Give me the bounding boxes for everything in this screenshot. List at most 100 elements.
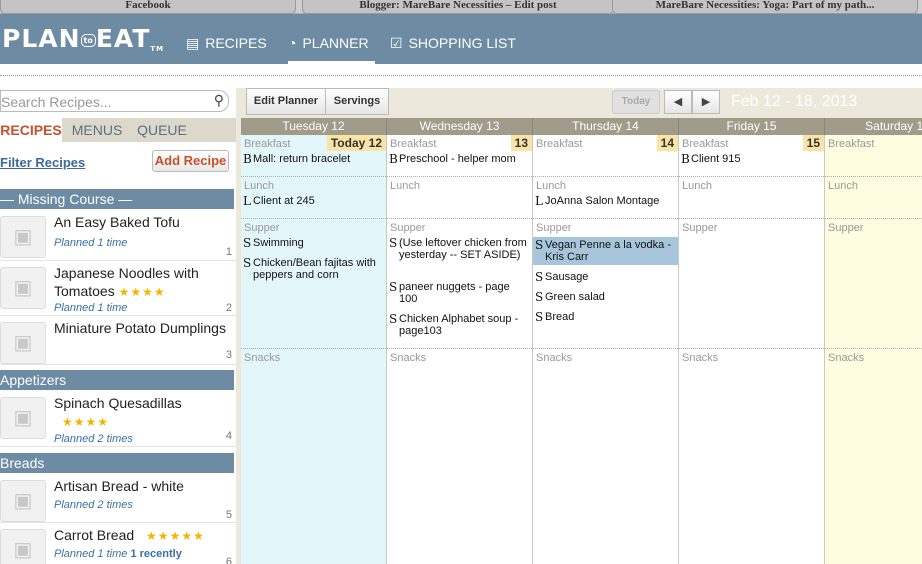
planner-item-text: Preschool - helper mom — [399, 153, 516, 165]
planner-item-text: Swimming — [253, 237, 304, 249]
planner-item[interactable]: S Chicken/Bean fajitas with peppers and c… — [243, 257, 381, 281]
planner-item[interactable]: S Vegan Penne a la vodka - Kris Carr — [533, 237, 678, 265]
servings-button[interactable]: Servings — [325, 88, 389, 115]
recipe-name[interactable]: Spinach Quesadillas ★★★★ — [54, 394, 232, 431]
nav-recipes[interactable]: ▤ RECIPES — [186, 28, 267, 64]
slot-label: Breakfast — [682, 138, 729, 150]
slot-label: Lunch — [390, 180, 420, 192]
next-week-button[interactable]: ▶ — [692, 90, 720, 114]
day-column[interactable]: 13 Breakfast B Preschool - helper mom Lunch S… — [387, 135, 533, 564]
date-range: Feb 12 - 18, 2013 — [731, 93, 858, 110]
meal-marker: S — [535, 238, 544, 252]
meal-slot-supper[interactable]: Supper — [679, 219, 824, 349]
recipe-thumbnail: ▣ — [0, 397, 46, 439]
recipe-name[interactable]: Carrot Bread ★★★★★ — [54, 526, 232, 545]
arrow-right-icon: ▶ — [701, 96, 711, 108]
meal-slot-lunch[interactable]: Lunch — [825, 177, 922, 219]
slot-label: Lunch — [536, 180, 566, 192]
planner-item[interactable]: B Mall: return bracelet — [243, 153, 381, 165]
planner-main: Edit Planner Servings Today ◀ ▶ Feb 12 -… — [236, 88, 922, 564]
day-column[interactable]: 14 Breakfast Lunch L JoAnna Salon Montage Sup… — [533, 135, 679, 564]
browser-tab-blogger[interactable]: Blogger: MareBare Necessities – Edit pos… — [302, 0, 614, 14]
tab-queue[interactable]: QUEUE — [132, 118, 192, 142]
course-header-breads[interactable]: Breads — [0, 453, 234, 473]
recipe-name[interactable]: An Easy Baked Tofu — [54, 213, 232, 231]
planner-item[interactable]: B Preschool - helper mom — [389, 153, 527, 165]
slot-label: Lunch — [828, 180, 858, 192]
search-icon[interactable]: ⚲ — [214, 92, 224, 109]
planner-item[interactable]: L JoAnna Salon Montage — [535, 195, 673, 207]
meal-marker: B — [243, 152, 252, 166]
meal-slot-lunch[interactable]: Lunch L Client at 245 — [241, 177, 386, 219]
recipe-count: 6 — [225, 556, 232, 564]
meal-slot-supper[interactable]: Supper S Swimming S Chicken/Bean fajitas wit… — [241, 219, 386, 349]
meal-slot-supper[interactable]: Supper — [825, 219, 922, 349]
planner-item[interactable]: S Green salad — [535, 291, 673, 303]
day-column[interactable]: 15 Breakfast B Client 915 Lunch Supper Snacks — [679, 135, 825, 564]
day-column[interactable]: Breakfast Lunch Supper Snacks — [825, 135, 922, 564]
planner-item-text: Sausage — [545, 271, 589, 283]
meal-slot-breakfast[interactable]: Breakfast B Mall: return bracelet — [241, 135, 386, 177]
day-column[interactable]: Today 12 Breakfast B Mall: return bracelet L… — [241, 135, 387, 564]
tab-menus[interactable]: MENUS — [66, 118, 128, 142]
slot-label: Breakfast — [828, 138, 875, 150]
browser-tab-facebook[interactable]: Facebook — [0, 0, 296, 14]
recipe-item[interactable]: ▣ An Easy Baked Tofu Planned 1 time 1 — [0, 211, 236, 261]
today-button[interactable]: Today — [612, 90, 660, 114]
meal-slot-breakfast[interactable]: Breakfast — [825, 135, 922, 177]
planner-item-text: paneer nuggets - page 100 — [399, 281, 510, 305]
meal-slot-lunch[interactable]: Lunch — [387, 177, 532, 219]
recipe-item[interactable]: ▣ Miniature Potato Dumplings 3 — [0, 317, 236, 365]
slot-label: Supper — [682, 222, 718, 234]
browser-tab-marebare[interactable]: MareBare Necessities: Yoga: Part of my p… — [612, 0, 918, 14]
tab-recipes[interactable]: RECIPES — [0, 118, 62, 142]
slot-label: Supper — [244, 222, 280, 234]
recipe-item[interactable]: ▣ Spinach Quesadillas ★★★★ Planned 2 time… — [0, 392, 236, 447]
meal-marker: S — [535, 310, 544, 324]
meal-slot-breakfast[interactable]: Breakfast B Preschool - helper mom — [387, 135, 532, 177]
meal-marker: S — [535, 290, 544, 304]
planner-item[interactable]: S Chicken Alphabet soup - page103 — [389, 313, 527, 337]
meal-slot-snacks[interactable]: Snacks — [533, 349, 678, 564]
course-header-appetizers[interactable]: Appetizers — [0, 370, 234, 390]
slot-label: Supper — [536, 222, 572, 234]
filter-recipes-link[interactable]: Filter Recipes — [0, 155, 85, 170]
nav-planner[interactable]: ◔ PLANNER — [288, 28, 375, 64]
recipe-name[interactable]: Japanese Noodles with Tomatoes ★★★★ — [54, 264, 232, 301]
add-recipe-button[interactable]: Add Recipe — [152, 150, 229, 172]
search-input[interactable]: Search Recipes... ⚲ — [0, 90, 229, 112]
course-header-missing[interactable]: — Missing Course — — [0, 189, 234, 209]
planner-item[interactable]: S (Use leftover chicken from yesterday --… — [389, 237, 527, 261]
meal-marker: B — [681, 152, 690, 166]
meal-slot-snacks[interactable]: Snacks — [387, 349, 532, 564]
meal-slot-breakfast[interactable]: Breakfast — [533, 135, 678, 177]
meal-marker: S — [389, 312, 398, 326]
plan-to-eat-logo[interactable]: PLAN to EATTM — [2, 24, 164, 53]
planner-item[interactable]: S Swimming — [243, 237, 381, 249]
nav-shopping-list[interactable]: ☑ SHOPPING LIST — [390, 28, 516, 64]
recipe-name[interactable]: Artisan Bread - white — [54, 477, 232, 495]
prev-week-button[interactable]: ◀ — [664, 90, 692, 114]
planner-grid: Tuesday 12 Today 12 Breakfast B Mall: return… — [241, 118, 922, 564]
recipe-item[interactable]: ▣ Artisan Bread - white Planned 2 times … — [0, 475, 236, 523]
planner-item[interactable]: S Sausage — [535, 271, 673, 283]
meal-slot-lunch[interactable]: Lunch — [679, 177, 824, 219]
recipe-planned: Planned 1 time — [54, 237, 128, 249]
meal-slot-lunch[interactable]: Lunch L JoAnna Salon Montage — [533, 177, 678, 219]
edit-planner-button[interactable]: Edit Planner — [246, 88, 326, 115]
planner-item[interactable]: S Bread — [535, 311, 673, 323]
planner-item[interactable]: B Client 915 — [681, 153, 819, 165]
meal-slot-snacks[interactable]: Snacks — [825, 349, 922, 564]
meal-slot-supper[interactable]: Supper S (Use leftover chicken from yester… — [387, 219, 532, 349]
meal-slot-breakfast[interactable]: Breakfast B Client 915 — [679, 135, 824, 177]
meal-slot-supper[interactable]: Supper S Vegan Penne a la vodka - Kris Car… — [533, 219, 678, 349]
recipe-item[interactable]: ▣ Japanese Noodles with Tomatoes ★★★★ Pl… — [0, 262, 236, 316]
meal-slot-snacks[interactable]: Snacks — [679, 349, 824, 564]
planner-item[interactable]: Spaneer nuggets - page 100 — [389, 281, 527, 305]
day-header: Friday 15 — [679, 118, 825, 135]
recipe-item[interactable]: ▣ Carrot Bread ★★★★★ Planned 1 time 1 re… — [0, 524, 236, 564]
recipe-name[interactable]: Miniature Potato Dumplings — [54, 319, 232, 337]
meal-slot-snacks[interactable]: Snacks — [241, 349, 386, 564]
planner-item-text: Chicken/Bean fajitas with peppers and co… — [253, 257, 376, 281]
planner-item[interactable]: L Client at 245 — [243, 195, 381, 207]
